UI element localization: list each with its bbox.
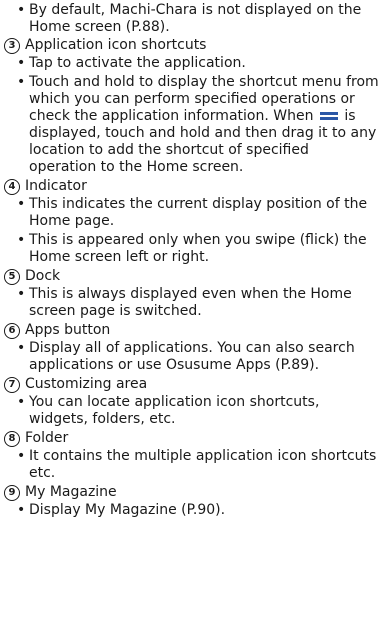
section-title: Folder (25, 430, 69, 446)
list-item-text: Display all of applications. You can als… (29, 340, 355, 373)
section-heading: 4 Indicator (3, 178, 379, 195)
list-item: This indicates the current display posit… (3, 196, 379, 230)
section-title: Indicator (25, 178, 87, 194)
section-number-badge: 9 (4, 485, 20, 501)
section-apps-button: 6 Apps button Display all of application… (3, 322, 379, 374)
section-heading: 3 Application icon shortcuts (3, 37, 379, 54)
list-item-text: Tap to activate the application. (29, 55, 246, 71)
section-title: Application icon shortcuts (25, 37, 207, 53)
section-heading: 7 Customizing area (3, 376, 379, 393)
section-number-badge: 7 (4, 377, 20, 393)
section-number-badge: 8 (4, 431, 20, 447)
manual-page: By default, Machi-Chara is not displayed… (0, 0, 383, 620)
list-item: This is always displayed even when the H… (3, 286, 379, 320)
section-title: Apps button (25, 322, 111, 338)
intro-bullet-text: By default, Machi-Chara is not displayed… (29, 2, 362, 35)
list-item: Touch and hold to display the shortcut m… (3, 74, 379, 176)
section-customizing-area: 7 Customizing area You can locate applic… (3, 376, 379, 428)
section-title: Dock (25, 268, 61, 284)
section-indicator: 4 Indicator This indicates the current d… (3, 178, 379, 266)
list-item-text: Display My Magazine (P.90). (29, 502, 226, 518)
list-item-text: This is appeared only when you swipe (fl… (29, 232, 367, 265)
section-title: Customizing area (25, 376, 148, 392)
section-number-badge: 6 (4, 323, 20, 339)
list-item-text: This indicates the current display posit… (29, 196, 368, 229)
section-title: My Magazine (25, 484, 117, 500)
section-heading: 8 Folder (3, 430, 379, 447)
list-item: Tap to activate the application. (3, 55, 379, 72)
list-item-text: It contains the multiple application ico… (29, 448, 377, 481)
list-item: You can locate application icon shortcut… (3, 394, 379, 428)
section-folder: 8 Folder It contains the multiple applic… (3, 430, 379, 482)
list-item: It contains the multiple application ico… (3, 448, 379, 482)
section-dock: 5 Dock This is always displayed even whe… (3, 268, 379, 320)
section-my-magazine: 9 My Magazine Display My Magazine (P.90)… (3, 484, 379, 519)
section-heading: 5 Dock (3, 268, 379, 285)
list-item: Display My Magazine (P.90). (3, 502, 379, 519)
list-item: This is appeared only when you swipe (fl… (3, 232, 379, 266)
intro-bullet: By default, Machi-Chara is not displayed… (3, 2, 379, 36)
menu-icon (319, 111, 338, 121)
section-number-badge: 5 (4, 269, 20, 285)
section-heading: 6 Apps button (3, 322, 379, 339)
list-item: Display all of applications. You can als… (3, 340, 379, 374)
section-number-badge: 3 (4, 38, 20, 54)
section-number-badge: 4 (4, 179, 20, 195)
list-item-text: You can locate application icon shortcut… (29, 394, 320, 427)
section-heading: 9 My Magazine (3, 484, 379, 501)
list-item-text: This is always displayed even when the H… (29, 286, 352, 319)
section-application-icon-shortcuts: 3 Application icon shortcuts Tap to acti… (3, 37, 379, 176)
